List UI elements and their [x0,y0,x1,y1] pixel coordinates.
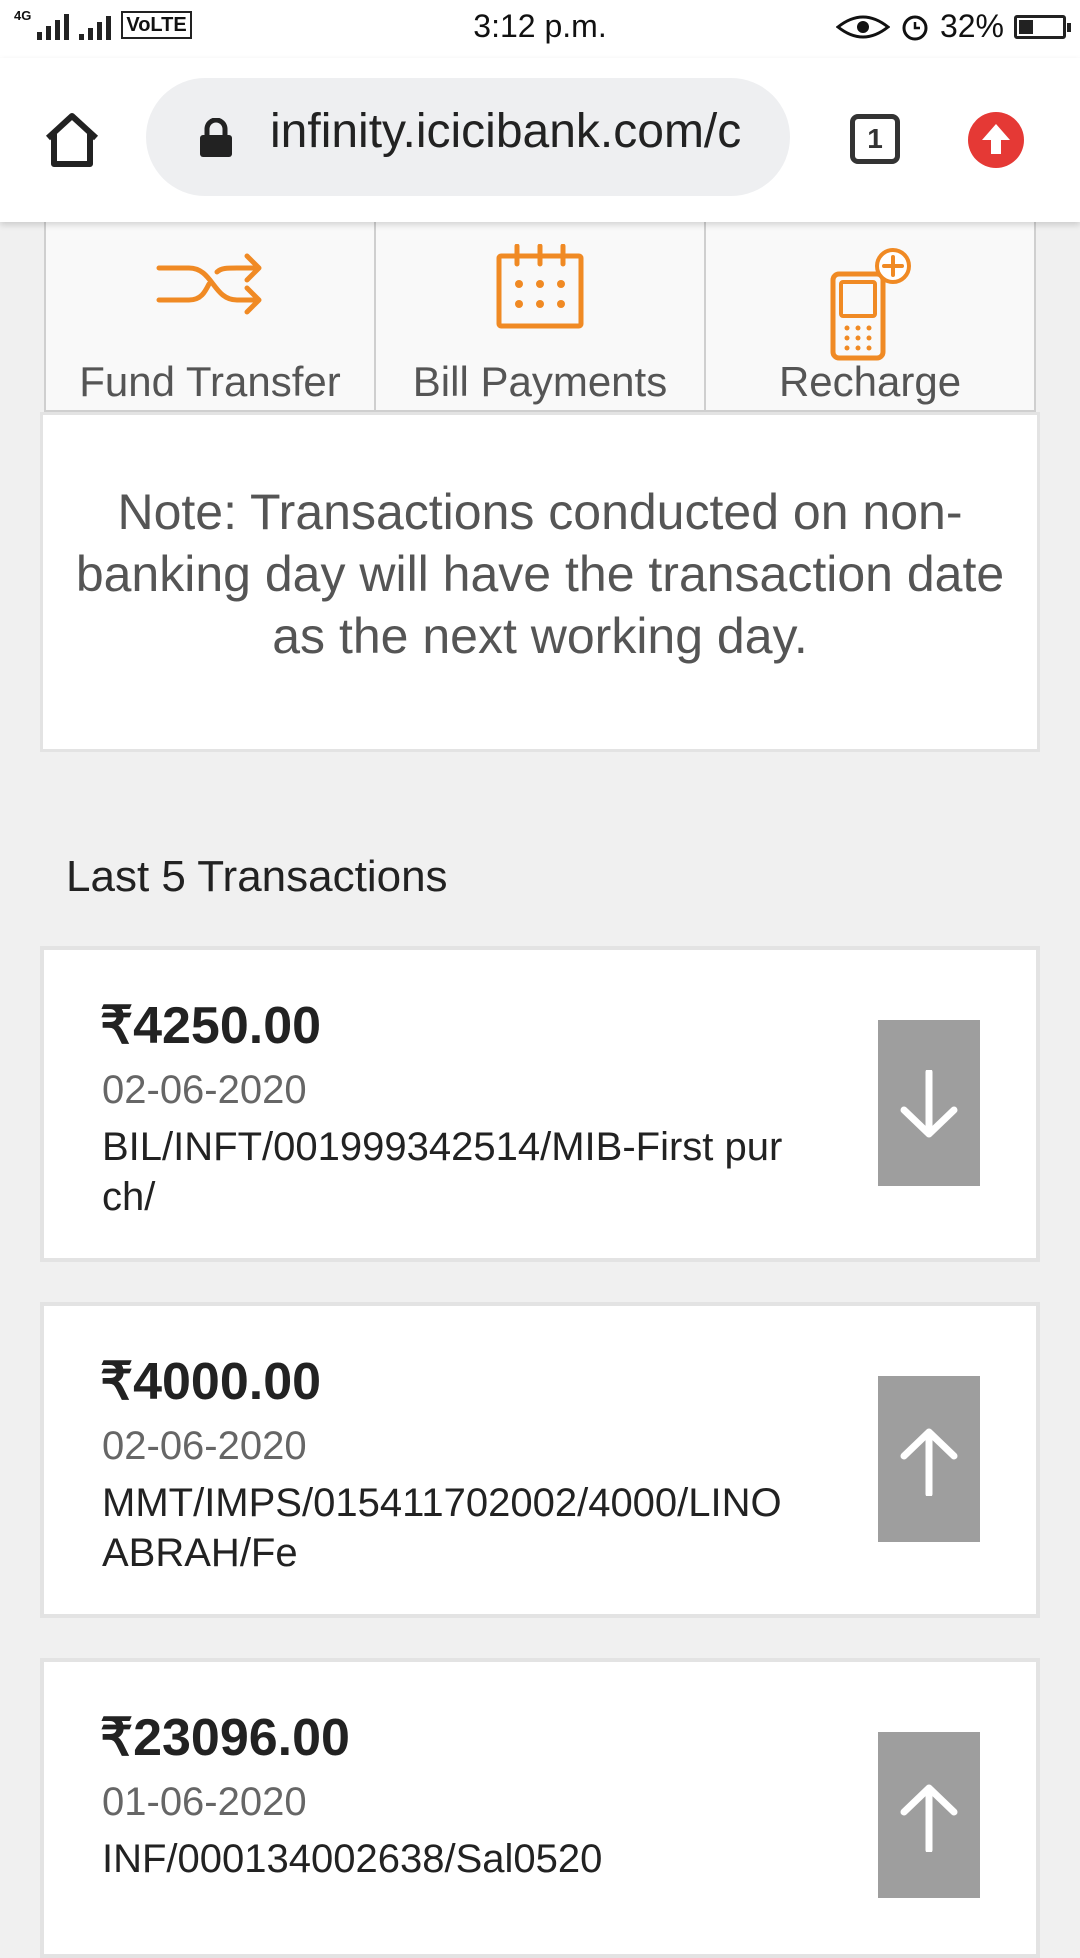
tabs-icon[interactable]: 1 [850,114,900,164]
transaction-card[interactable]: ₹4250.00 02-06-2020 BIL/INFT/00199934251… [40,946,1040,1262]
alarm-icon [902,15,928,40]
home-icon[interactable] [40,108,104,172]
transactions-title: Last 5 Transactions [66,852,448,901]
battery-icon [1014,14,1071,39]
browser-toolbar: infinity.icicibank.com/c 1 [0,58,1080,222]
mobile-recharge-icon [830,248,911,361]
arrow-up-icon [878,1732,980,1898]
eye-icon [835,15,890,38]
lock-icon [200,118,232,157]
shuffle-icon [156,253,262,315]
url-bar[interactable]: infinity.icicibank.com/c [146,78,790,196]
update-icon[interactable] [968,112,1024,168]
transaction-date: 01-06-2020 [102,1780,307,1824]
transaction-amount: ₹4000.00 [100,1353,322,1411]
status-bar: 4G VoLTE 3:12 p.m. 32% [0,0,1080,58]
quick-action-recharge[interactable]: Recharge [706,222,1036,412]
calendar-icon [496,244,584,329]
transaction-card[interactable]: ₹4000.00 02-06-2020 MMT/IMPS/01541170200… [40,1302,1040,1618]
note-box: Note: Transactions conducted on non-bank… [40,412,1040,752]
quick-action-fund-transfer[interactable]: Fund Transfer [44,222,376,412]
transaction-description: MMT/IMPS/015411702002/4000/LINO ABRAH/Fe [102,1481,782,1575]
transaction-description: INF/000134002638/Sal0520 [102,1837,603,1881]
quick-action-bill-payments[interactable]: Bill Payments [376,222,706,412]
url-text[interactable]: infinity.icicibank.com/c [270,104,775,159]
transaction-card[interactable]: ₹23096.00 01-06-2020 INF/000134002638/Sa… [40,1658,1040,1958]
transaction-description: BIL/INFT/001999342514/MIB-First purch/ [102,1125,783,1219]
status-right: 32% [835,8,1071,45]
arrow-up-icon [878,1376,980,1542]
transaction-amount: ₹23096.00 [100,1709,350,1767]
note-text: Note: Transactions conducted on non-bank… [75,484,1005,664]
battery-percent: 32% [939,8,1004,44]
arrow-down-icon [878,1020,980,1186]
quick-action-label: Fund Transfer [79,358,341,405]
quick-action-label: Bill Payments [412,358,668,405]
transaction-date: 02-06-2020 [102,1068,307,1112]
transaction-date: 02-06-2020 [102,1424,307,1468]
transaction-amount: ₹4250.00 [100,997,322,1055]
quick-action-label: Recharge [778,358,962,405]
quick-actions: Fund Transfer Bill Payments Recharge [44,222,1036,412]
